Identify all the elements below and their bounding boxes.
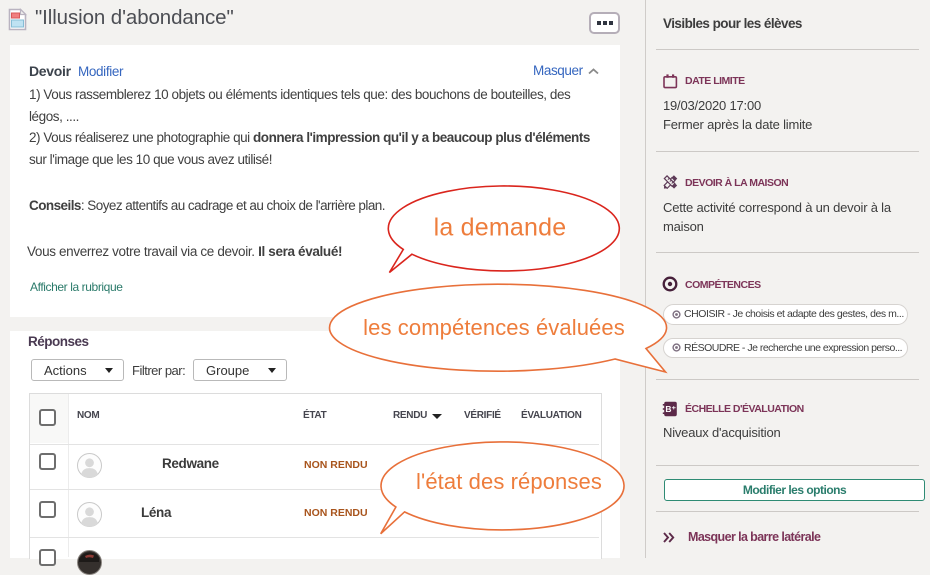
svg-text:la demande: la demande — [434, 214, 567, 242]
svg-text:les compétences évaluées: les compétences évaluées — [363, 315, 625, 340]
svg-text:l'état des réponses: l'état des réponses — [416, 469, 602, 494]
